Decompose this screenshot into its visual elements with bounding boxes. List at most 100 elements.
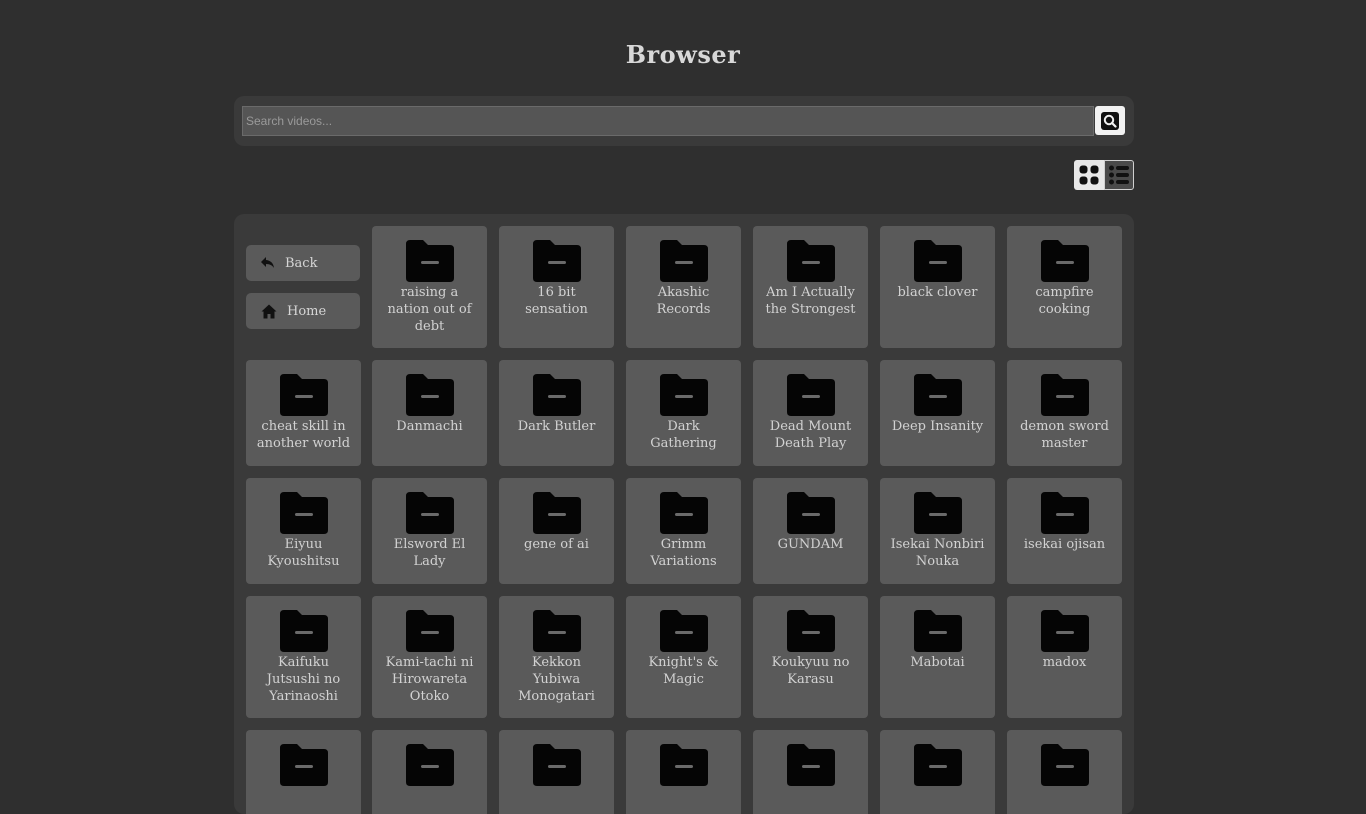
list-icon: [1109, 165, 1129, 185]
folder-item[interactable]: [1007, 730, 1122, 814]
folder-item[interactable]: 16 bit sensation: [499, 226, 614, 348]
folder-label: Kekkon Yubiwa Monogatari: [518, 655, 595, 704]
folder-label: Kaifuku Jutsushi no Yarinaoshi: [266, 655, 341, 704]
folder-icon: [786, 492, 835, 534]
folder-icon: [786, 610, 835, 652]
folder-item[interactable]: Dark Gathering: [626, 360, 741, 466]
folder-icon: [913, 744, 962, 786]
folder-icon: [532, 492, 581, 534]
folder-item[interactable]: campfire cooking: [1007, 226, 1122, 348]
folder-icon: [405, 610, 454, 652]
folder-icon: [405, 492, 454, 534]
folder-icon: [405, 240, 454, 282]
folder-label: gene of ai: [524, 537, 589, 552]
folder-item[interactable]: demon sword master: [1007, 360, 1122, 466]
folder-item[interactable]: gene of ai: [499, 478, 614, 584]
folder-icon: [279, 492, 328, 534]
folder-item[interactable]: Mabotai: [880, 596, 995, 718]
folder-panel: Back Home raising a nation out of debt 16…: [234, 214, 1134, 814]
folder-item[interactable]: [753, 730, 868, 814]
folder-icon: [405, 744, 454, 786]
folder-item[interactable]: Kekkon Yubiwa Monogatari: [499, 596, 614, 718]
folder-item[interactable]: black clover: [880, 226, 995, 348]
folder-item[interactable]: [499, 730, 614, 814]
home-icon: [261, 304, 277, 318]
back-label: Back: [285, 255, 318, 271]
search-input[interactable]: [242, 106, 1094, 136]
folder-icon: [532, 744, 581, 786]
folder-label: Knight's & Magic: [648, 655, 719, 687]
folder-label: isekai ojisan: [1023, 537, 1106, 552]
folder-label: demon sword master: [1020, 419, 1109, 451]
list-view-button[interactable]: [1104, 160, 1134, 190]
folder-item[interactable]: Akashic Records: [626, 226, 741, 348]
folder-icon: [659, 610, 708, 652]
folder-label: Deep Insanity: [891, 419, 984, 434]
folder-item[interactable]: Knight's & Magic: [626, 596, 741, 718]
folder-label: Danmachi: [396, 419, 463, 434]
folder-label: Dead Mount Death Play: [769, 419, 852, 451]
folder-item[interactable]: Deep Insanity: [880, 360, 995, 466]
folder-item[interactable]: [880, 730, 995, 814]
folder-label: Akashic Records: [656, 285, 711, 317]
folder-icon: [913, 374, 962, 416]
folder-icon: [659, 744, 708, 786]
folder-item[interactable]: Dark Butler: [499, 360, 614, 466]
home-button[interactable]: Home: [246, 293, 360, 329]
folder-icon: [1040, 610, 1089, 652]
folder-icon: [1040, 374, 1089, 416]
folder-icon: [913, 240, 962, 282]
folder-item[interactable]: Am I Actually the Strongest: [753, 226, 868, 348]
folder-label: raising a nation out of debt: [387, 285, 472, 334]
folder-icon: [532, 240, 581, 282]
folder-item[interactable]: Elsword El Lady: [372, 478, 487, 584]
folder-item[interactable]: Koukyuu no Karasu: [753, 596, 868, 718]
folder-icon: [786, 240, 835, 282]
search-button[interactable]: [1095, 106, 1125, 135]
folder-label: campfire cooking: [1035, 285, 1094, 317]
folder-item[interactable]: Kami-tachi ni Hirowareta Otoko: [372, 596, 487, 718]
grid-icon: [1079, 165, 1099, 185]
folder-label: Eiyuu Kyoushitsu: [267, 537, 340, 569]
folder-item[interactable]: [626, 730, 741, 814]
folder-icon: [1040, 240, 1089, 282]
folder-item[interactable]: Grimm Variations: [626, 478, 741, 584]
folder-icon: [1040, 744, 1089, 786]
folder-icon: [405, 374, 454, 416]
folder-item[interactable]: madox: [1007, 596, 1122, 718]
view-toggle: [1074, 160, 1134, 190]
folder-label: cheat skill in another world: [256, 419, 351, 451]
folder-item[interactable]: raising a nation out of debt: [372, 226, 487, 348]
folder-label: Kami-tachi ni Hirowareta Otoko: [385, 655, 474, 704]
folder-icon: [279, 744, 328, 786]
folder-item[interactable]: isekai ojisan: [1007, 478, 1122, 584]
folder-label: Isekai Nonbiri Nouka: [890, 537, 985, 569]
folder-label: black clover: [897, 285, 978, 300]
folder-item[interactable]: Danmachi: [372, 360, 487, 466]
folder-icon: [786, 744, 835, 786]
folder-icon: [532, 610, 581, 652]
folder-item[interactable]: Isekai Nonbiri Nouka: [880, 478, 995, 584]
folder-label: GUNDAM: [777, 537, 844, 552]
folder-item[interactable]: Dead Mount Death Play: [753, 360, 868, 466]
grid-view-button[interactable]: [1074, 160, 1104, 190]
folder-label: Dark Butler: [517, 419, 596, 434]
folder-icon: [1040, 492, 1089, 534]
folder-label: Grimm Variations: [650, 537, 717, 569]
folder-item[interactable]: [246, 730, 361, 814]
folder-label: Mabotai: [910, 655, 965, 670]
folder-icon: [659, 492, 708, 534]
search-icon: [1101, 111, 1119, 130]
folder-item[interactable]: GUNDAM: [753, 478, 868, 584]
folder-icon: [659, 374, 708, 416]
folder-item[interactable]: cheat skill in another world: [246, 360, 361, 466]
folder-icon: [279, 374, 328, 416]
folder-item[interactable]: [372, 730, 487, 814]
home-label: Home: [287, 303, 327, 319]
folder-label: Koukyuu no Karasu: [771, 655, 850, 687]
page-title: Browser: [625, 40, 741, 69]
folder-item[interactable]: Kaifuku Jutsushi no Yarinaoshi: [246, 596, 361, 718]
back-button[interactable]: Back: [246, 245, 360, 281]
folder-item[interactable]: Eiyuu Kyoushitsu: [246, 478, 361, 584]
folder-icon: [786, 374, 835, 416]
